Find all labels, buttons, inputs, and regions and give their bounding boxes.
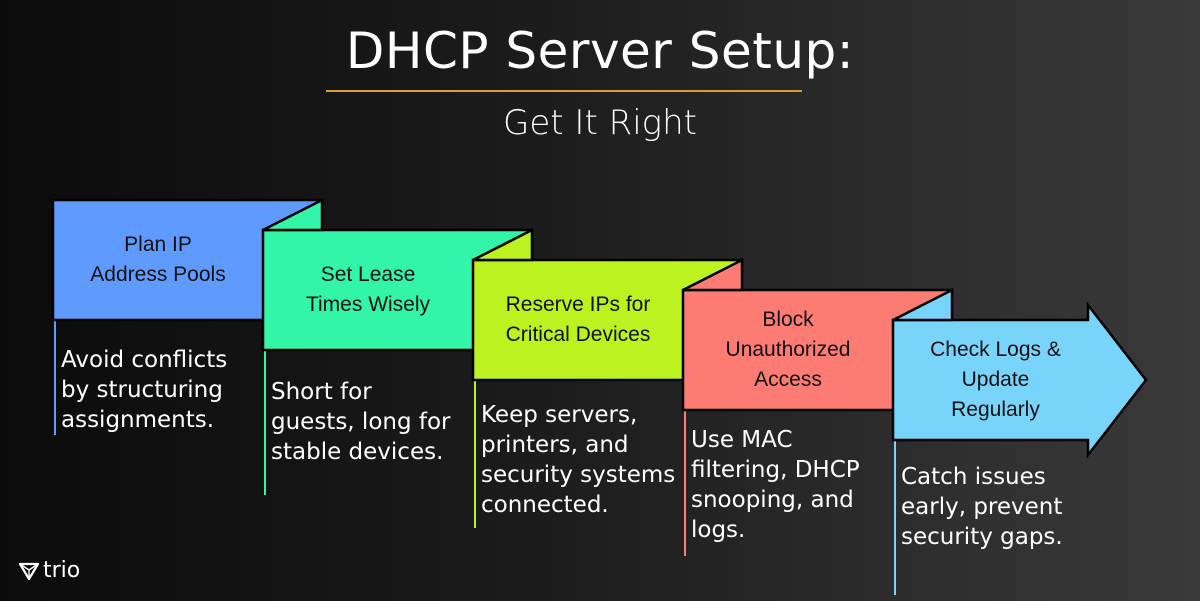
- step-5-title: Check Logs & Update Regularly: [893, 335, 1098, 425]
- step-1-guide-line: [54, 320, 56, 435]
- step-title-line: Regularly: [951, 398, 1040, 421]
- step-description-line: printers, and: [481, 432, 629, 458]
- step-4-title: Block Unauthorized Access: [683, 305, 893, 395]
- logo-text: trio: [43, 558, 81, 583]
- step-description-line: security gaps.: [901, 524, 1063, 550]
- step-description-line: filtering, DHCP: [691, 457, 860, 483]
- step-1-description: Avoid conflicts by structuring assignments…: [61, 345, 227, 435]
- step-description-line: Use MAC: [691, 427, 793, 453]
- step-description-line: Short for: [271, 379, 372, 405]
- step-title-line: Plan IP: [124, 233, 192, 256]
- step-title-line: Block: [762, 308, 814, 331]
- step-title-line: Address Pools: [90, 263, 226, 286]
- step-description-line: logs.: [691, 517, 746, 543]
- step-2-title: Set Lease Times Wisely: [263, 260, 473, 320]
- step-title-line: Check Logs &: [930, 338, 1061, 361]
- step-5-description: Catch issues early, prevent security gaps.: [901, 462, 1063, 552]
- step-3-guide-line: [474, 380, 476, 528]
- trio-logo: trio: [18, 558, 80, 583]
- step-description-line: Catch issues: [901, 464, 1046, 490]
- step-title-line: Times Wisely: [305, 293, 431, 316]
- step-4-description: Use MAC filtering, DHCP snooping, and logs.: [691, 425, 860, 545]
- step-title-line: Reserve IPs for: [505, 293, 651, 316]
- step-description-line: guests, long for: [271, 409, 451, 435]
- trio-logo-icon: [18, 562, 40, 580]
- step-description-line: by structuring: [61, 377, 223, 403]
- step-title-line: Update: [961, 368, 1030, 391]
- step-description-line: early, prevent: [901, 494, 1063, 520]
- step-1-title: Plan IP Address Pools: [53, 230, 263, 290]
- step-title-line: Set Lease: [320, 263, 416, 286]
- step-title-line: Critical Devices: [505, 323, 651, 346]
- step-4-guide-line: [684, 410, 686, 556]
- step-description-line: connected.: [481, 492, 609, 518]
- step-title-line: Access: [754, 368, 822, 391]
- step-description-line: stable devices.: [271, 439, 444, 465]
- step-description-line: Avoid conflicts: [61, 347, 228, 373]
- step-2-description: Short for guests, long for stable devices.: [271, 377, 451, 467]
- step-description-line: snooping, and: [691, 487, 854, 513]
- step-description-line: assignments.: [61, 407, 215, 433]
- step-5-guide-line: [894, 440, 896, 595]
- step-2-guide-line: [264, 350, 266, 495]
- step-description-line: security systems: [481, 462, 676, 488]
- step-description-line: Keep servers,: [481, 402, 638, 428]
- step-3-title: Reserve IPs for Critical Devices: [473, 290, 683, 350]
- step-title-line: Unauthorized: [725, 338, 851, 361]
- step-3-description: Keep servers, printers, and security syste…: [481, 400, 675, 520]
